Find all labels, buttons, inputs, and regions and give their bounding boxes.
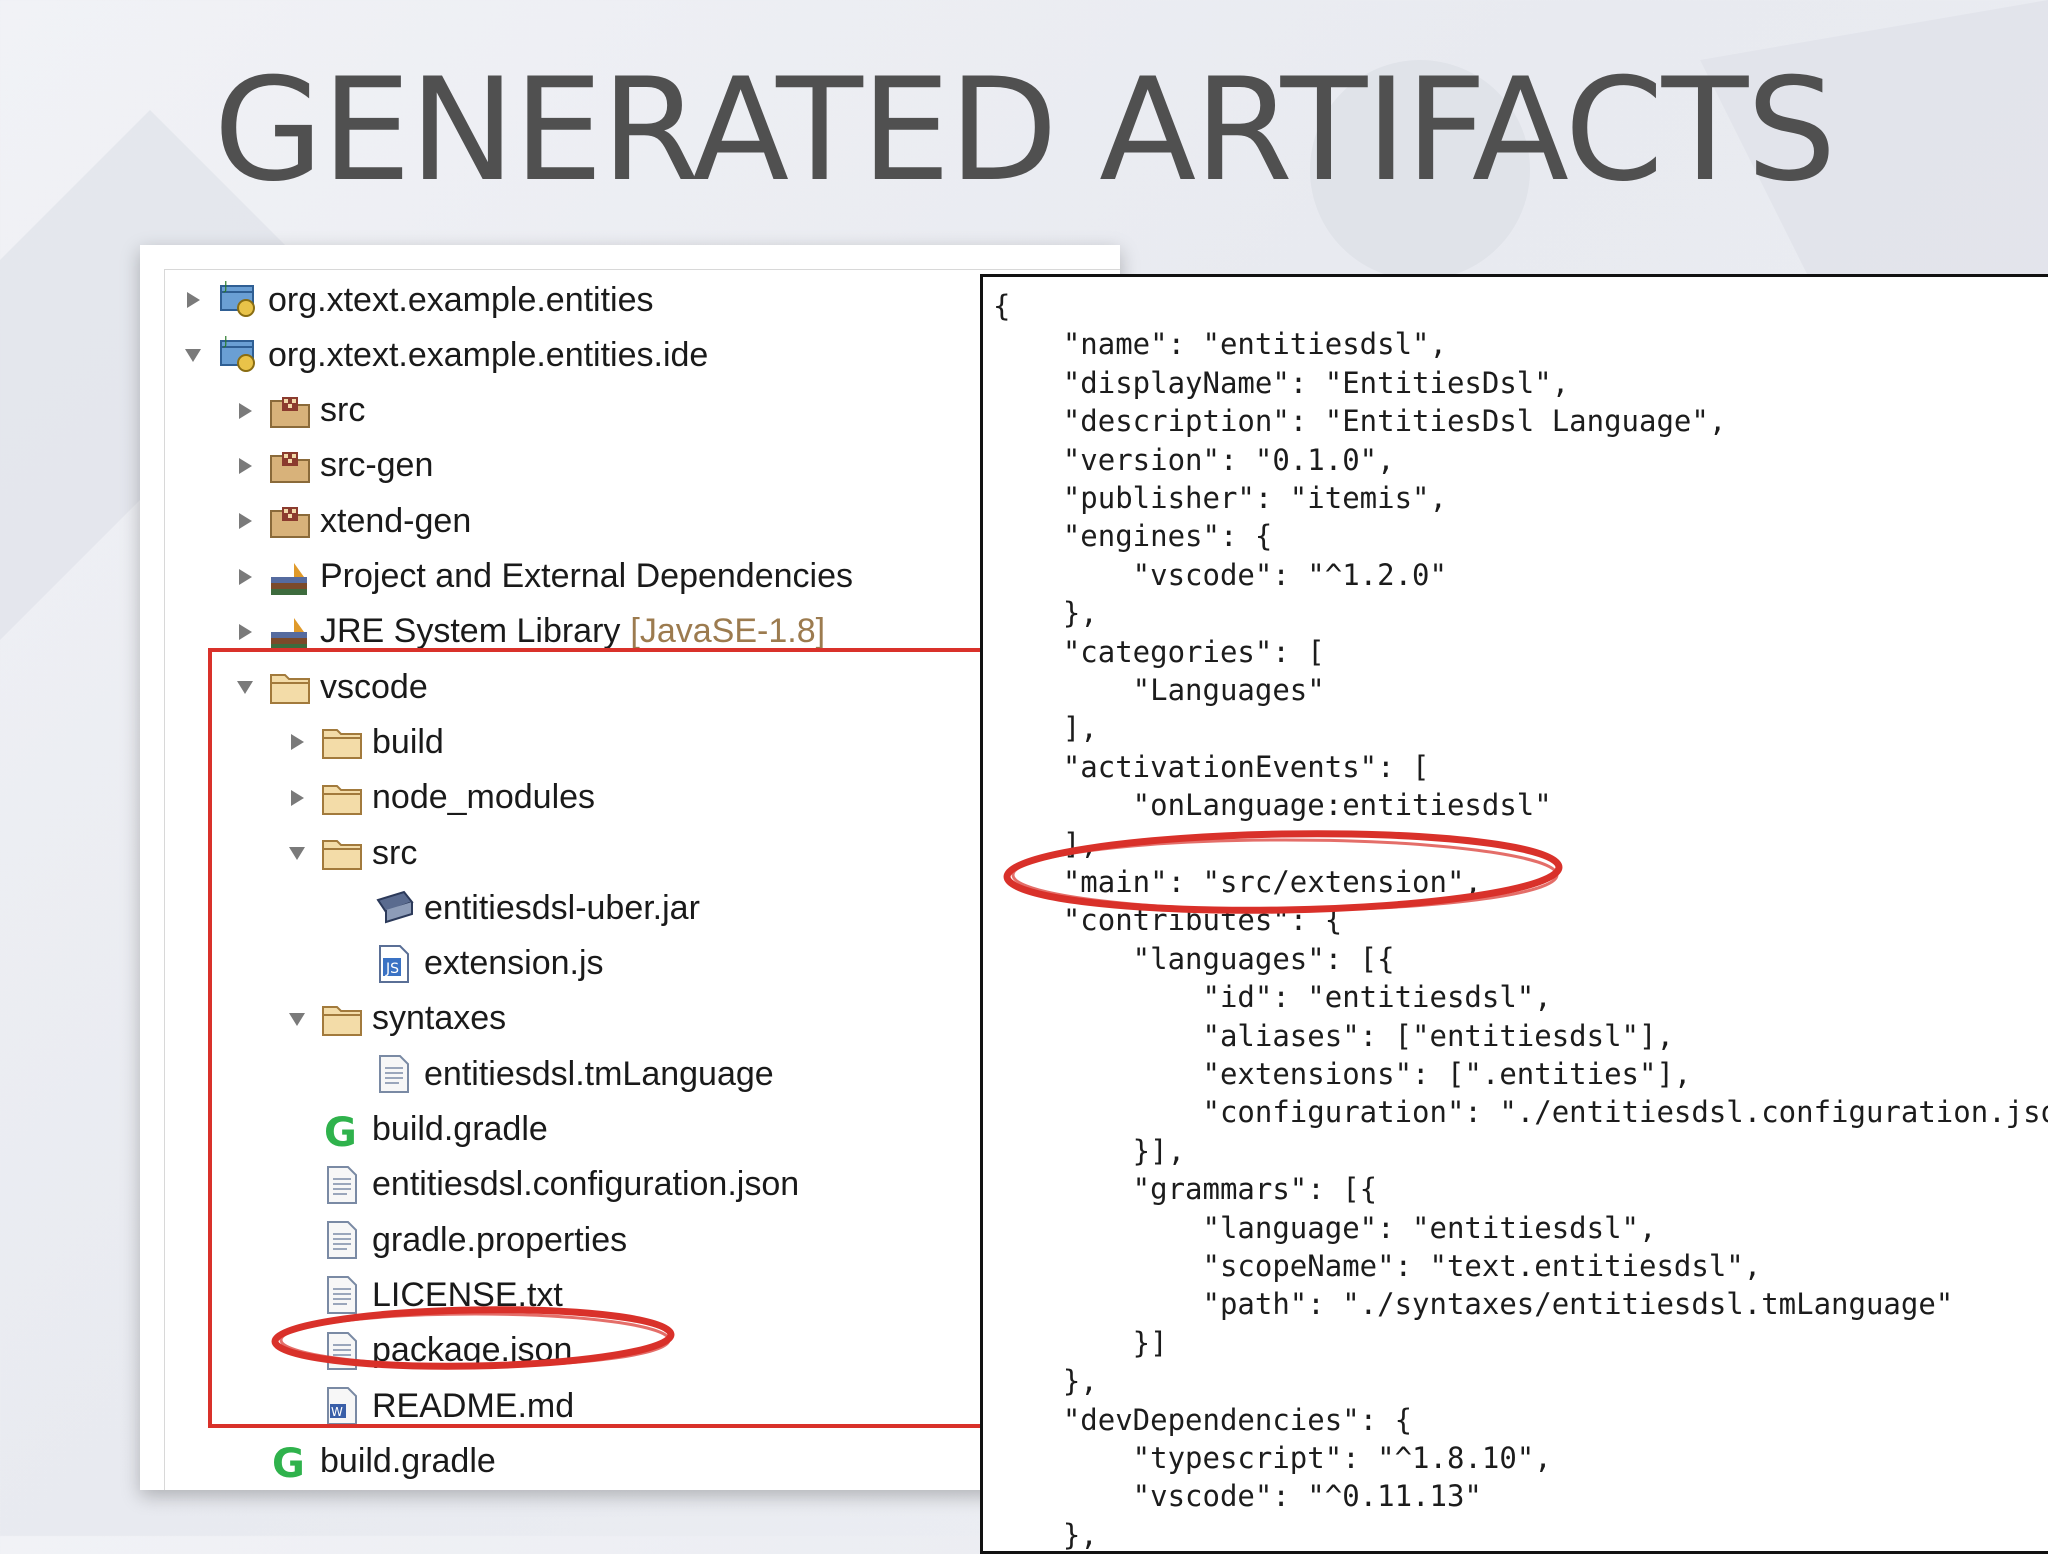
svg-text:J: J — [223, 334, 228, 348]
tree-item[interactable]: Jorg.xtext.example.entities — [178, 275, 654, 325]
source-folder-icon — [268, 444, 312, 488]
code-line: }], — [993, 1133, 1186, 1168]
code-line: }, — [993, 1364, 1098, 1399]
code-line: }, — [993, 1517, 1098, 1552]
expand-arrow-right-icon[interactable] — [230, 451, 260, 481]
svg-text:G: G — [272, 1441, 305, 1483]
slide-title: GENERATED ARTIFACTS — [213, 48, 1836, 213]
tree-item-label: src — [320, 391, 366, 430]
tree-item[interactable]: Jorg.xtext.example.entities.ide — [178, 330, 708, 380]
code-line: "displayName": "EntitiesDsl", — [993, 365, 1570, 400]
project-icon: J — [216, 333, 260, 377]
tree-item-label: JRE System Library — [320, 612, 621, 651]
tree-item-label: Project and External Dependencies — [320, 557, 853, 595]
code-line: }, — [993, 596, 1098, 631]
tree-item-label: org.xtext.example.entities.ide — [268, 335, 709, 374]
expand-arrow-right-icon[interactable] — [230, 617, 260, 647]
code-line: "name": "entitiesdsl", — [993, 327, 1447, 362]
code-line: "path": "./syntaxes/entitiesdsl.tmLangua… — [993, 1287, 1954, 1322]
code-line: "categories": [ — [993, 634, 1325, 669]
code-line: "contributes": { — [993, 903, 1343, 938]
code-line: "extensions": [".entities"], — [993, 1057, 1692, 1091]
tree-item[interactable]: Project and External Dependencies — [230, 552, 853, 602]
tree-item-label: build.gradle — [320, 1441, 496, 1480]
code-line: "id": "entitiesdsl", — [993, 980, 1552, 1015]
code-line: "scopeName": "text.entitiesdsl", — [993, 1249, 1762, 1283]
code-line: }] — [993, 1325, 1168, 1360]
expand-arrow-right-icon[interactable] — [230, 396, 260, 426]
code-line: "main": "src/extension", — [993, 865, 1482, 899]
expand-arrow-right-icon[interactable] — [230, 562, 260, 592]
tree-item[interactable]: Gbuild.gradle — [230, 1436, 496, 1486]
tree-item-label: xtend-gen — [320, 501, 472, 540]
code-line: { — [993, 289, 1011, 323]
code-line: "language": "entitiesdsl", — [993, 1210, 1657, 1245]
code-line: "aliases": ["entitiesdsl"], — [993, 1018, 1674, 1053]
code-line: "Languages" — [993, 673, 1325, 707]
tree-item[interactable]: xtend-gen — [230, 496, 471, 546]
code-line: "activationEvents": [ — [993, 749, 1430, 784]
tree-item[interactable]: src-gen — [230, 441, 433, 491]
code-line: "configuration": "./entitiesdsl.configur… — [993, 1095, 2048, 1130]
code-line: "devDependencies": { — [993, 1402, 1413, 1437]
expand-arrow-right-icon[interactable] — [178, 285, 208, 315]
code-line: ], — [993, 711, 1098, 746]
code-line: "version": "0.1.0", — [993, 442, 1395, 477]
tree-item[interactable]: src — [230, 386, 365, 436]
project-icon: J — [216, 278, 260, 322]
source-folder-icon — [268, 389, 312, 433]
code-line: ], — [993, 826, 1098, 861]
expand-arrow-right-icon[interactable] — [230, 506, 260, 536]
source-folder-icon — [268, 499, 312, 543]
expand-arrow-down-icon[interactable] — [178, 340, 208, 370]
code-line: "languages": [{ — [993, 941, 1395, 976]
code-line: "vscode": "^1.2.0" — [993, 557, 1447, 592]
tree-item-decoration: [JavaSE-1.8] — [630, 612, 826, 651]
tree-item-label: org.xtext.example.entities — [268, 280, 654, 319]
code-line: "onLanguage:entitiesdsl" — [993, 788, 1552, 823]
code-line: "vscode": "^0.11.13" — [993, 1479, 1482, 1514]
gradle-icon: G — [268, 1439, 312, 1483]
code-line: "engines": { — [993, 519, 1273, 554]
code-line: "publisher": "itemis", — [993, 481, 1447, 515]
code-line: "typescript": "^1.8.10", — [993, 1441, 1552, 1475]
svg-text:J: J — [223, 279, 228, 293]
code-line: "description": "EntitiesDsl Language", — [993, 404, 1727, 439]
package-json-view: { "name": "entitiesdsl", "displayName": … — [980, 274, 2048, 1554]
code-line: "grammars": [{ — [993, 1172, 1378, 1207]
tree-item-label: src-gen — [320, 446, 434, 485]
library-icon — [268, 555, 312, 599]
